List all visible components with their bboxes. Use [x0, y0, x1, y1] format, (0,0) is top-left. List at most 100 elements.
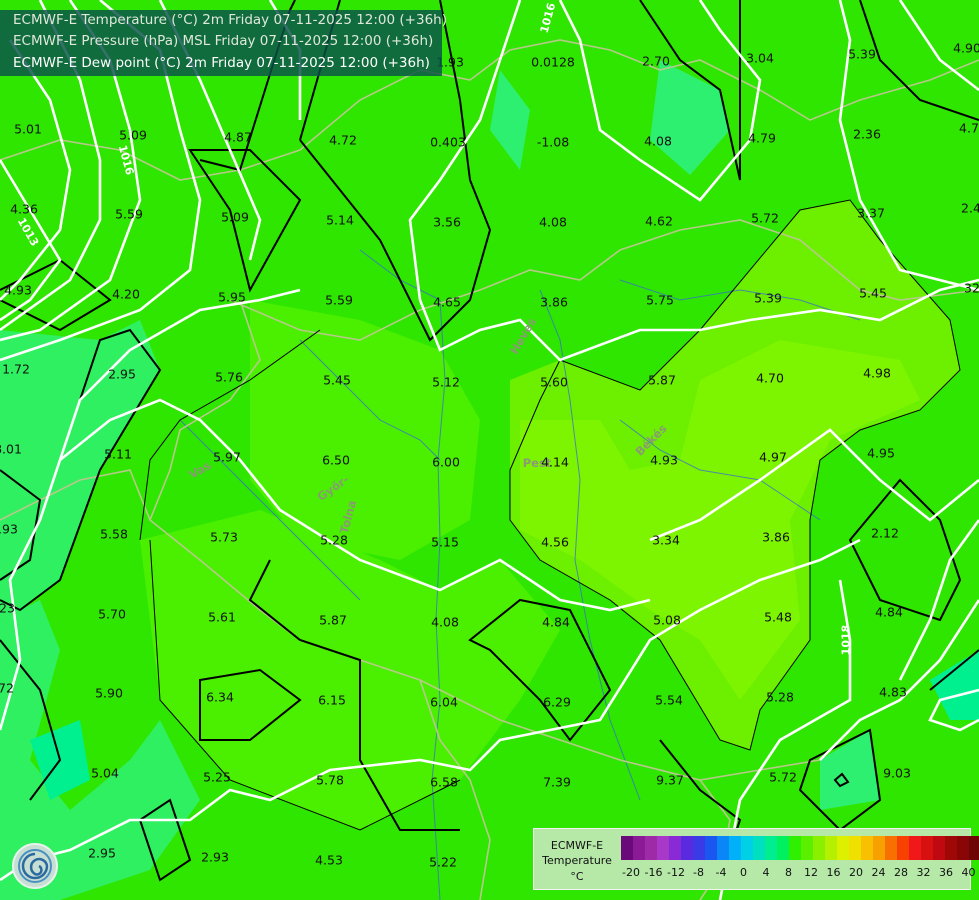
map-value: 2.4 [961, 200, 979, 216]
map-value: 5.11 [104, 446, 132, 462]
legend-swatch [789, 836, 801, 860]
legend-tick-label: -16 [644, 866, 663, 879]
map-value: 5.78 [316, 772, 344, 788]
map-value: 3.04 [746, 50, 774, 66]
map-value: 5.95 [218, 289, 246, 305]
map-value: 4.36 [10, 201, 38, 217]
legend-swatch [873, 836, 885, 860]
map-value: 0.403 [430, 134, 466, 150]
map-value: 5.25 [203, 769, 231, 785]
map-value: 4.84 [542, 614, 570, 630]
legend-swatch [621, 836, 633, 860]
map-value: 4.87 [224, 129, 252, 145]
map-value: 5.01 [14, 121, 42, 137]
map-value: 2.93 [201, 849, 229, 865]
legend-swatch [813, 836, 825, 860]
legend-tick-label: 24 [871, 866, 886, 879]
map-value: 8.01 [0, 441, 22, 457]
map-value: 5.73 [210, 529, 238, 545]
map-value: 0.0128 [531, 54, 575, 70]
map-value: -1.08 [536, 134, 570, 150]
map-value: 5.08 [653, 612, 681, 628]
legend-tick-label: 8 [785, 866, 792, 879]
map-value: 4.98 [863, 365, 891, 381]
map-value: 3.86 [762, 529, 790, 545]
legend-swatch [969, 836, 979, 860]
map-value: 5.04 [91, 765, 119, 781]
map-value: 4.72 [329, 132, 357, 148]
legend-swatch [741, 836, 753, 860]
map-value: 2.95 [108, 366, 136, 382]
legend-swatch [945, 836, 957, 860]
map-value: 5.75 [646, 292, 674, 308]
legend-swatch [777, 836, 789, 860]
map-value: 5.28 [766, 689, 794, 705]
legend-swatch [825, 836, 837, 860]
map-value: 3.34 [652, 532, 680, 548]
map-value: 4.95 [867, 445, 895, 461]
map-value: 4.62 [645, 213, 673, 229]
map-value: 6.15 [318, 692, 346, 708]
map-value: 5.14 [326, 212, 354, 228]
map-value: 2.95 [88, 845, 116, 861]
map-value: 2.36 [853, 126, 881, 142]
map-value: 5.72 [769, 769, 797, 785]
map-value: 6.29 [543, 694, 571, 710]
legend-swatch [669, 836, 681, 860]
isobar-label: 1018 [839, 624, 853, 656]
map-value: 72 [0, 680, 14, 696]
map-value: 4.56 [541, 534, 569, 550]
map-value: 6.04 [430, 694, 458, 710]
legend-tick-label: 32 [916, 866, 931, 879]
map-title-box: ECMWF-E Temperature (°C) 2m Friday 07-11… [0, 10, 447, 76]
map-value: 23 [0, 600, 15, 616]
map-value: 5.54 [655, 692, 683, 708]
map-value: 4.53 [315, 852, 343, 868]
map-value: 9.03 [883, 765, 911, 781]
map-value: 4.84 [875, 604, 903, 620]
map-value: 5.76 [215, 369, 243, 385]
map-value: 5.09 [119, 127, 147, 143]
legend-swatch [645, 836, 657, 860]
map-value: 5.45 [323, 372, 351, 388]
legend-swatch [705, 836, 717, 860]
map-value: 6.58 [430, 774, 458, 790]
map-value: 9.37 [656, 772, 684, 788]
map-value: .93 [0, 521, 18, 537]
legend-swatch [801, 836, 813, 860]
map-value: 5.58 [100, 526, 128, 542]
map-value: 4.08 [644, 133, 672, 149]
temperature-legend: ECMWF-E Temperature °C -20 -16 -12 -8 -4 0 4 8 1… [533, 828, 979, 890]
legend-tick-label: 40 [961, 866, 976, 879]
legend-swatch [693, 836, 705, 860]
legend-tick-label: -8 [693, 866, 704, 879]
map-value: 4.7 [959, 120, 979, 136]
map-value: 5.28 [320, 532, 348, 548]
legend-tick-label: 16 [826, 866, 841, 879]
map-value: 5.61 [208, 609, 236, 625]
map-value: 1.72 [2, 361, 30, 377]
map-value: 5.97 [213, 449, 241, 465]
legend-swatch [897, 836, 909, 860]
map-value: 3.86 [540, 294, 568, 310]
swirl-logo-icon [12, 843, 58, 889]
map-value: 4.97 [759, 449, 787, 465]
legend-tick-label: 36 [939, 866, 953, 879]
legend-tick-label: -12 [667, 866, 685, 879]
map-value: 6.50 [322, 452, 350, 468]
map-value: 5.87 [319, 612, 347, 628]
legend-swatch [633, 836, 645, 860]
map-value: 5.39 [754, 290, 782, 306]
map-value: 5.90 [95, 685, 123, 701]
legend-color-scale [621, 836, 979, 860]
map-value: 5.09 [221, 209, 249, 225]
legend-tick-label: 20 [849, 866, 863, 879]
legend-model: ECMWF-E [550, 839, 604, 852]
legend-swatch [717, 836, 729, 860]
map-value: 3.56 [433, 214, 461, 230]
map-value: 5.60 [540, 374, 568, 390]
legend-swatch [657, 836, 669, 860]
map-value: 5.59 [325, 292, 353, 308]
legend-unit: °C [570, 870, 584, 883]
map-value: 4.65 [433, 294, 461, 310]
